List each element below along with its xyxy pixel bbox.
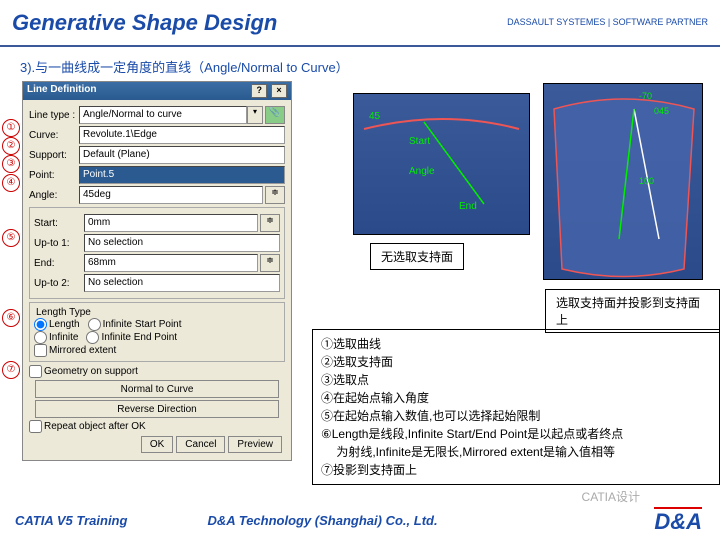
spinner-icon[interactable]: ≑ [260, 254, 280, 272]
page-title: Generative Shape Design [12, 10, 277, 36]
dialog-title: Line Definition [27, 84, 96, 98]
watermark: CATIA设计 [582, 488, 640, 505]
geometry-checkbox[interactable]: Geometry on support [29, 366, 138, 377]
svg-text:Angle: Angle [409, 166, 435, 177]
svg-text:45: 45 [369, 111, 381, 122]
upto2-field[interactable]: No selection [84, 274, 280, 292]
svg-text:-70: -70 [639, 91, 652, 101]
radio-inf-end[interactable]: Infinite End Point [86, 331, 177, 344]
explain-line: ②选取支持面 [321, 353, 711, 371]
radio-length[interactable]: Length [34, 318, 80, 331]
chevron-down-icon[interactable]: ▾ [247, 106, 263, 124]
caption-no-support: 无选取支持面 [370, 243, 464, 270]
mirrored-checkbox[interactable]: Mirrored extent [34, 345, 116, 356]
explain-line: ⑥Length是线段,Infinite Start/End Point是以起点或… [321, 425, 711, 443]
explanation-box: ①选取曲线 ②选取支持面 ③选取点 ④在起始点输入角度 ⑤在起始点输入数值,也可… [312, 329, 720, 485]
footer-left: CATIA V5 Training [15, 513, 127, 528]
radio-inf-start[interactable]: Infinite Start Point [88, 318, 182, 331]
start-field[interactable]: 0mm [84, 214, 258, 232]
marker-3: ③ [2, 155, 20, 173]
curve-field[interactable]: Revolute.1\Edge [79, 126, 285, 144]
normal-to-curve-button[interactable]: Normal to Curve [35, 380, 278, 398]
marker-5: ⑤ [2, 229, 20, 247]
angle-field[interactable]: 45deg [79, 186, 263, 204]
curve-label: Curve: [29, 130, 79, 141]
svg-text:045: 045 [654, 106, 669, 116]
linetype-dropdown[interactable]: Angle/Normal to curve [79, 106, 247, 124]
marker-2: ② [2, 137, 20, 155]
angle-label: Angle: [29, 190, 79, 201]
end-field[interactable]: 68mm [84, 254, 258, 272]
caption-with-support: 选取支持面并投影到支持面上 [545, 289, 720, 333]
section-subtitle: 3).与一曲线成一定角度的直线（Angle/Normal to Curve） [20, 57, 720, 76]
explain-line: 为射线,Infinite是无限长,Mirrored extent是输入值相等 [321, 443, 711, 461]
ok-button[interactable]: OK [141, 436, 173, 453]
reverse-direction-button[interactable]: Reverse Direction [35, 400, 278, 418]
start-label: Start: [34, 218, 84, 229]
marker-4: ④ [2, 174, 20, 192]
explain-line: ④在起始点输入角度 [321, 389, 711, 407]
preview-button[interactable]: Preview [228, 436, 282, 453]
preview-image-1: 45 Start Angle End [353, 93, 530, 235]
page-header: Generative Shape Design DASSAULT SYSTEME… [0, 0, 720, 47]
lengthtype-title: Length Type [34, 307, 93, 318]
radio-infinite[interactable]: Infinite [34, 331, 78, 344]
vendor-logo: DASSAULT SYSTEMES | SOFTWARE PARTNER [507, 18, 708, 28]
marker-1: ① [2, 119, 20, 137]
point-label: Point: [29, 170, 79, 181]
footer-company: D&A Technology (Shanghai) Co., Ltd. [207, 513, 437, 528]
svg-text:End: End [459, 201, 477, 212]
svg-text:Start: Start [409, 136, 430, 147]
spinner-icon[interactable]: ≑ [265, 186, 285, 204]
linetype-label: Line type : [29, 110, 79, 121]
svg-text:100: 100 [639, 176, 654, 186]
explain-line: ⑦投影到支持面上 [321, 461, 711, 479]
page-footer: CATIA V5 Training D&A Technology (Shangh… [0, 513, 720, 528]
upto1-label: Up-to 1: [34, 238, 84, 249]
end-label: End: [34, 258, 84, 269]
line-definition-dialog: Line Definition ? × Line type : Angle/No… [22, 81, 292, 461]
linetype-icon[interactable]: 📎 [265, 106, 285, 124]
explain-line: ⑤在起始点输入数值,也可以选择起始限制 [321, 407, 711, 425]
explain-line: ①选取曲线 [321, 335, 711, 353]
upto1-field[interactable]: No selection [84, 234, 280, 252]
upto2-label: Up-to 2: [34, 278, 84, 289]
marker-6: ⑥ [2, 309, 20, 327]
close-icon[interactable]: × [271, 84, 287, 98]
preview-image-2: -70 045 100 [543, 83, 703, 280]
da-logo: D&A [654, 507, 702, 535]
marker-7: ⑦ [2, 361, 20, 379]
spinner-icon[interactable]: ≑ [260, 214, 280, 232]
point-field[interactable]: Point.5 [79, 166, 285, 184]
repeat-checkbox[interactable]: Repeat object after OK [29, 421, 146, 432]
dialog-titlebar[interactable]: Line Definition ? × [23, 82, 291, 100]
cancel-button[interactable]: Cancel [176, 436, 225, 453]
support-field[interactable]: Default (Plane) [79, 146, 285, 164]
support-label: Support: [29, 150, 79, 161]
help-icon[interactable]: ? [251, 84, 267, 98]
explain-line: ③选取点 [321, 371, 711, 389]
